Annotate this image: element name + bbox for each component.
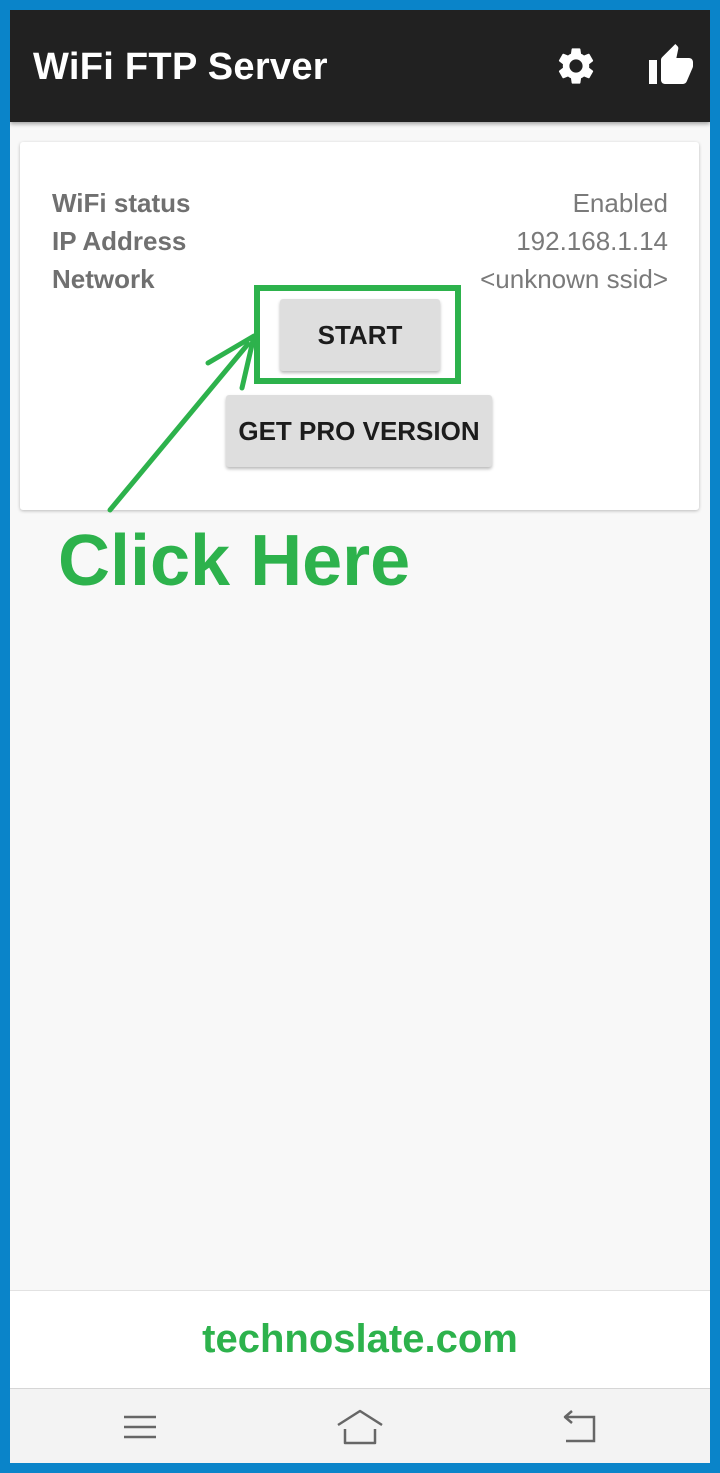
system-nav-bar [10,1388,710,1463]
annotation-arrow [107,333,257,513]
click-here-annotation: Click Here [58,521,411,601]
home-icon[interactable] [335,1407,385,1447]
menu-icon[interactable] [120,1407,160,1447]
site-watermark: technoslate.com [202,1317,518,1361]
footer-banner: technoslate.com [10,1290,710,1389]
app-screen: WiFi FTP Server WiFi status Enabled IP A… [10,10,710,1463]
back-icon[interactable] [560,1407,600,1447]
